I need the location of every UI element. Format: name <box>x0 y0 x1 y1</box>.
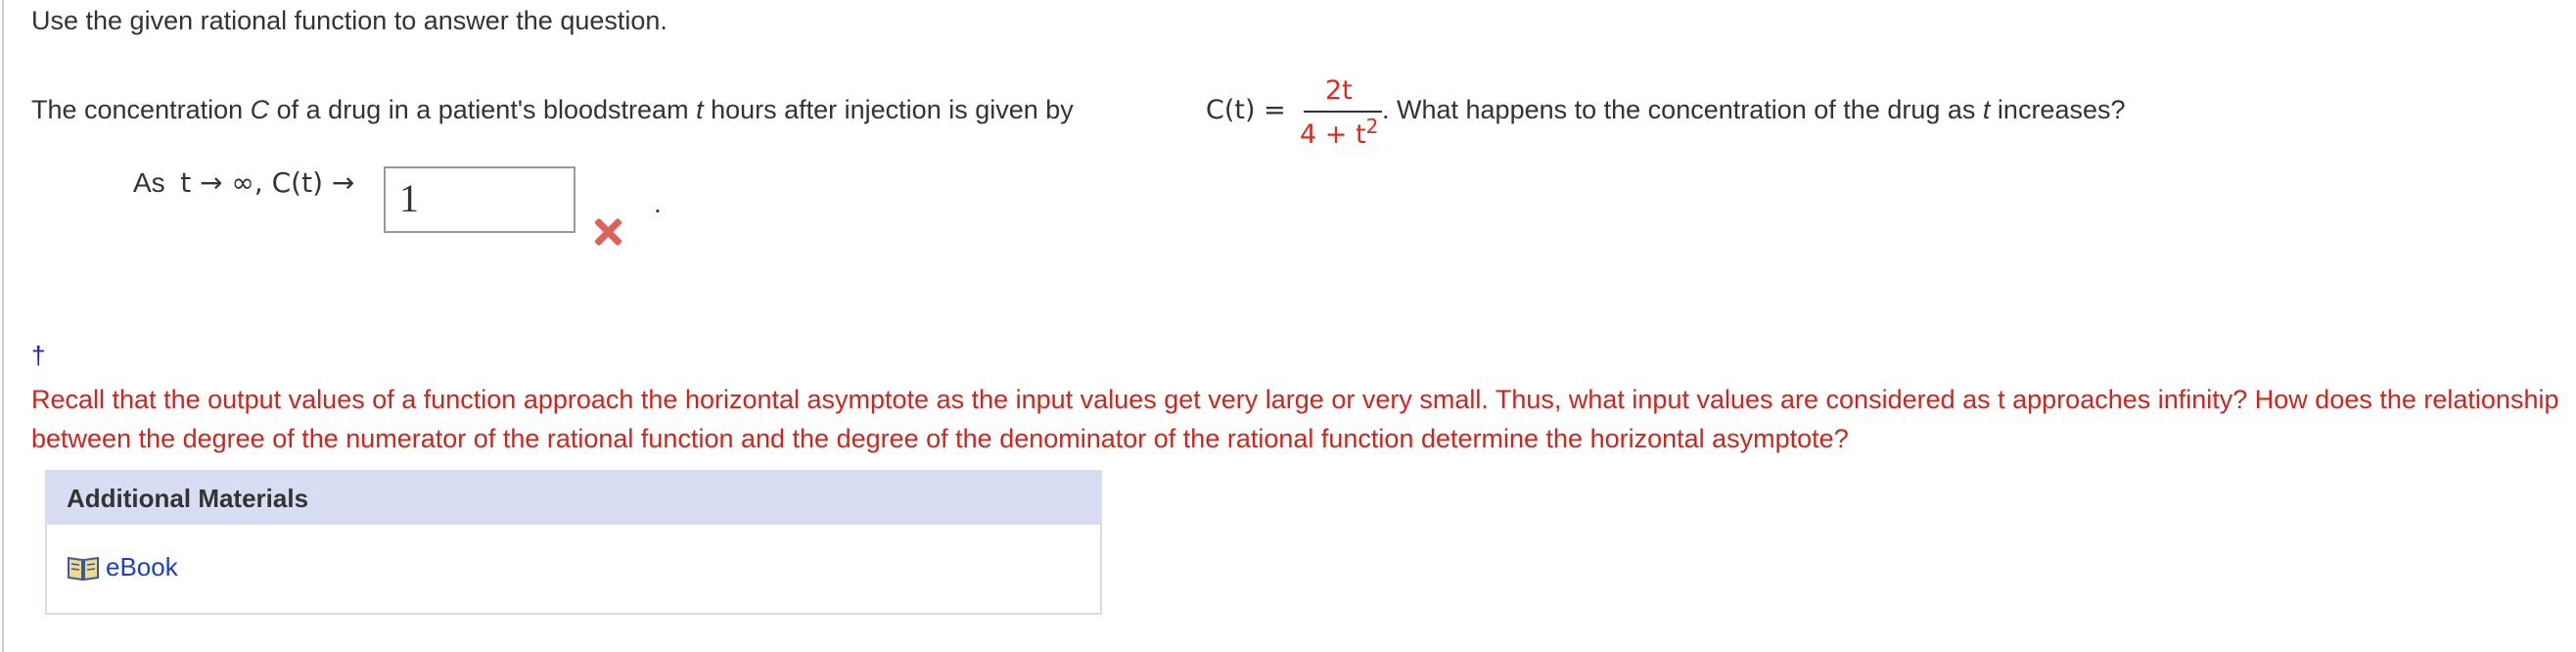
ebook-label: eBook <box>106 552 178 582</box>
hint-dagger: † <box>31 341 46 370</box>
left-frame-border <box>2 0 4 652</box>
book-icon <box>67 554 100 582</box>
fraction-numerator: 2t <box>1325 75 1353 106</box>
function-lhs: C(t) = <box>1206 95 1286 125</box>
ebook-link[interactable]: eBook <box>67 552 178 582</box>
fraction-bar <box>1304 111 1382 113</box>
fraction-denominator: 4 + t2 <box>1300 115 1379 150</box>
additional-materials-header: Additional Materials <box>47 472 1100 525</box>
question-intro: Use the given rational function to answe… <box>31 6 667 35</box>
answer-label: As t → ∞, C(t) → <box>133 166 355 199</box>
x-icon <box>593 217 622 247</box>
statement-text: The concentration C of a drug in a patie… <box>31 95 1074 124</box>
additional-materials-panel: Additional Materials eBook <box>45 470 1102 615</box>
statement-text-end: . What happens to the concentration of t… <box>1382 95 2126 124</box>
hint-text: Recall that the output values of a funct… <box>31 385 2559 453</box>
answer-input[interactable]: 1 <box>384 166 575 233</box>
answer-period: . <box>654 188 662 218</box>
